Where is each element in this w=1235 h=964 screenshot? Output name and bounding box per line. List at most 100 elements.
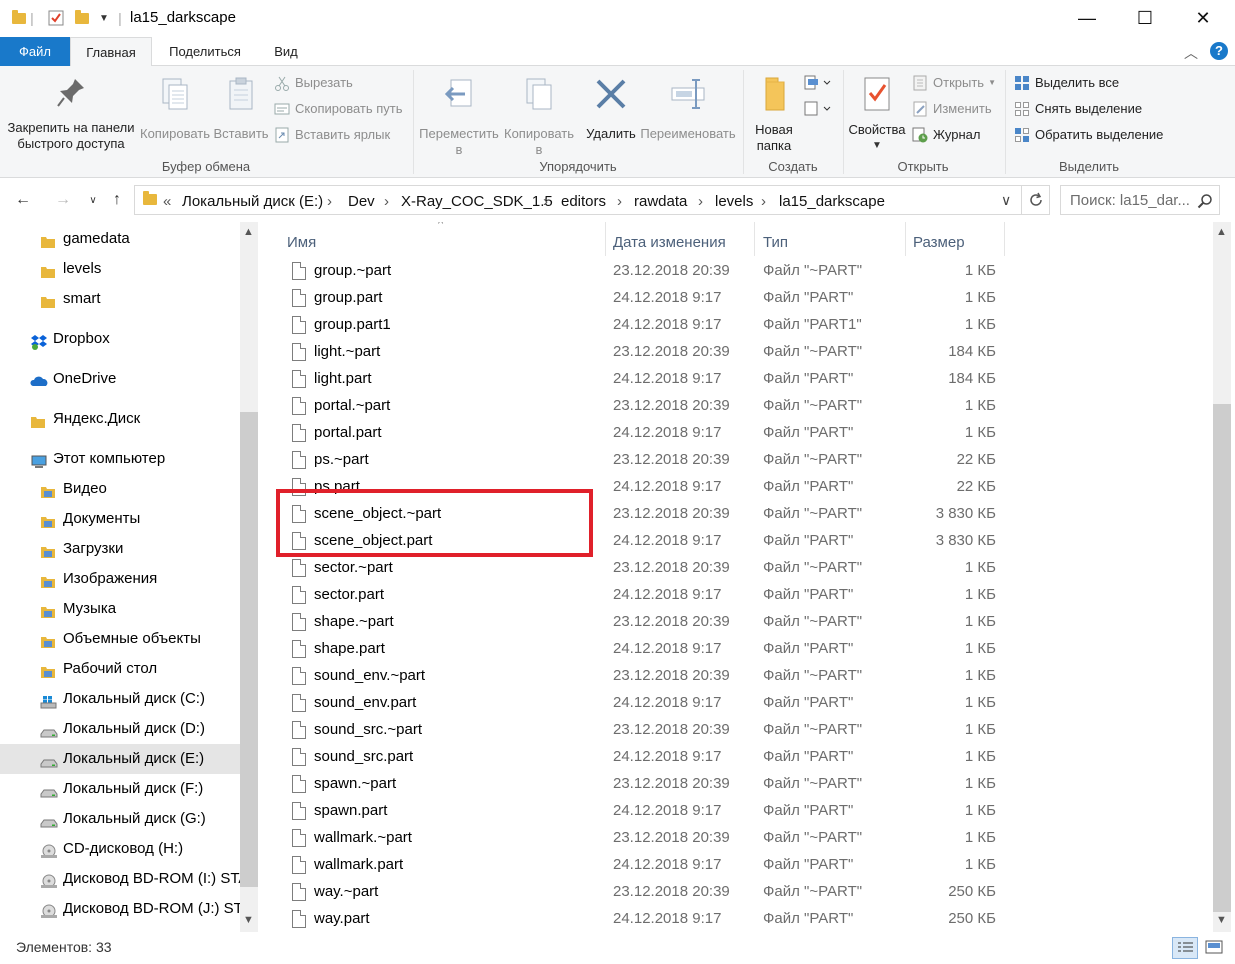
new-item-icon[interactable] xyxy=(804,74,834,92)
file-row[interactable]: sector.part 24.12.2018 9:17 Файл "PART" 1 К… xyxy=(272,582,1010,609)
sidebar-item[interactable]: Видео xyxy=(0,474,240,504)
column-divider[interactable] xyxy=(905,222,906,256)
sidebar-item[interactable]: Загрузки xyxy=(0,534,240,564)
column-divider[interactable] xyxy=(754,222,755,256)
forward-arrow-icon[interactable]: → xyxy=(50,188,76,212)
sidebar-item[interactable]: OneDrive xyxy=(0,364,240,394)
sidebar-item[interactable]: Изображения xyxy=(0,564,240,594)
column-header-type[interactable]: Тип xyxy=(763,230,788,256)
new-folder-button[interactable]: Новая папка xyxy=(748,76,800,154)
chevron-right-icon[interactable]: › xyxy=(617,193,622,210)
breadcrumb-drive-e[interactable]: Локальный диск (E:) xyxy=(182,193,323,210)
search-icon[interactable] xyxy=(1197,193,1213,209)
customize-quick-access-icon[interactable]: ▼ xyxy=(96,8,112,28)
details-view-icon[interactable] xyxy=(1172,937,1198,959)
scroll-down-icon[interactable]: ▼ xyxy=(243,914,254,926)
breadcrumb-rawdata[interactable]: rawdata xyxy=(634,193,687,210)
help-icon[interactable]: ? xyxy=(1210,42,1228,60)
chevron-right-icon[interactable]: › xyxy=(327,193,332,210)
file-row[interactable]: ps.~part 23.12.2018 20:39 Файл "~PART" 22 К… xyxy=(272,447,1010,474)
back-arrow-icon[interactable]: ← xyxy=(10,188,36,212)
sidebar-item[interactable]: gamedata xyxy=(0,224,240,254)
sidebar-item[interactable]: Локальный диск (D:) xyxy=(0,714,240,744)
move-to-button[interactable]: Переместить в xyxy=(418,76,500,158)
sidebar-item[interactable]: Яндекс.Диск xyxy=(0,404,240,434)
file-row[interactable]: light.~part 23.12.2018 20:39 Файл "~PART" 1… xyxy=(272,339,1010,366)
tab-file[interactable]: Файл xyxy=(0,37,70,66)
open-button[interactable]: Открыть ▼ xyxy=(912,72,996,94)
maximize-button[interactable]: ☐ xyxy=(1116,0,1174,36)
file-row[interactable]: light.part 24.12.2018 9:17 Файл "PART" 184 … xyxy=(272,366,1010,393)
file-row[interactable]: way.~part 23.12.2018 20:39 Файл "~PART" 250… xyxy=(272,879,1010,906)
breadcrumb-levels[interactable]: levels xyxy=(715,193,753,210)
scroll-up-icon[interactable]: ▲ xyxy=(243,226,254,238)
file-row[interactable]: shape.part 24.12.2018 9:17 Файл "PART" 1 КБ xyxy=(272,636,1010,663)
sidebar-item[interactable]: CD-дисковод (H:) xyxy=(0,834,240,864)
sidebar-item[interactable]: Этот компьютер xyxy=(0,444,240,474)
easy-access-icon[interactable] xyxy=(804,100,834,118)
sidebar-item[interactable]: Рабочий стол xyxy=(0,654,240,684)
large-icons-view-icon[interactable] xyxy=(1202,937,1228,959)
column-header-name[interactable]: Имя xyxy=(287,230,316,256)
copy-to-button[interactable]: Копировать в xyxy=(500,76,578,158)
file-row[interactable]: sound_src.~part 23.12.2018 20:39 Файл "~PA… xyxy=(272,717,1010,744)
sidebar-item[interactable]: smart xyxy=(0,284,240,314)
select-none-button[interactable]: Снять выделение xyxy=(1014,98,1142,120)
sidebar-item[interactable]: Dropbox xyxy=(0,324,240,354)
chevron-right-icon[interactable]: › xyxy=(761,193,766,210)
file-row[interactable]: way.part 24.12.2018 9:17 Файл "PART" 250 КБ xyxy=(272,906,1010,932)
breadcrumb-sdk[interactable]: X-Ray_COC_SDK_1.5 xyxy=(401,193,553,210)
search-box[interactable]: Поиск: la15_dar... xyxy=(1060,185,1220,215)
file-row[interactable]: group.part1 24.12.2018 9:17 Файл "PART1" 1 … xyxy=(272,312,1010,339)
file-row[interactable]: wallmark.~part 23.12.2018 20:39 Файл "~PAR… xyxy=(272,825,1010,852)
pin-quick-access-button[interactable]: Закрепить на панели быстрого доступа xyxy=(4,76,138,152)
scroll-down-icon[interactable]: ▼ xyxy=(1216,914,1227,926)
address-bar[interactable]: « Локальный диск (E:) › Dev › X-Ray_COC_… xyxy=(134,185,1022,215)
breadcrumb-dev[interactable]: Dev xyxy=(348,193,375,210)
column-divider[interactable] xyxy=(605,222,606,256)
sidebar-item[interactable]: Локальный диск (F:) xyxy=(0,774,240,804)
refresh-button[interactable] xyxy=(1022,185,1050,215)
nav-scrollbar-thumb[interactable] xyxy=(240,412,258,887)
file-row[interactable]: wallmark.part 24.12.2018 9:17 Файл "PART" 1… xyxy=(272,852,1010,879)
file-row[interactable]: group.~part 23.12.2018 20:39 Файл "~PART" 1… xyxy=(272,258,1010,285)
file-list-scrollbar-thumb[interactable] xyxy=(1213,404,1231,912)
nav-scrollbar[interactable]: ▲ ▼ xyxy=(240,222,258,932)
breadcrumb-overflow[interactable]: « xyxy=(163,193,171,210)
sidebar-item[interactable]: Музыка xyxy=(0,594,240,624)
file-row[interactable]: sound_src.part 24.12.2018 9:17 Файл "PART"… xyxy=(272,744,1010,771)
properties-quick-icon[interactable] xyxy=(46,8,66,28)
up-arrow-icon[interactable]: ↑ xyxy=(104,188,130,212)
edit-button[interactable]: Изменить xyxy=(912,98,992,120)
paste-button[interactable]: Вставить xyxy=(212,76,270,142)
file-row[interactable]: sector.~part 23.12.2018 20:39 Файл "~PART"… xyxy=(272,555,1010,582)
tab-home[interactable]: Главная xyxy=(70,37,152,67)
file-row[interactable]: sound_env.~part 23.12.2018 20:39 Файл "~PA… xyxy=(272,663,1010,690)
breadcrumb-editors[interactable]: editors xyxy=(561,193,606,210)
column-header-date[interactable]: Дата изменения xyxy=(613,230,726,256)
file-row[interactable]: spawn.part 24.12.2018 9:17 Файл "PART" 1 КБ xyxy=(272,798,1010,825)
copy-button[interactable]: Копировать xyxy=(138,76,212,142)
sidebar-item[interactable]: Документы xyxy=(0,504,240,534)
chevron-right-icon[interactable]: › xyxy=(698,193,703,210)
sidebar-item[interactable]: levels xyxy=(0,254,240,284)
sidebar-item[interactable]: Локальный диск (G:) xyxy=(0,804,240,834)
file-row[interactable]: group.part 24.12.2018 9:17 Файл "PART" 1 КБ xyxy=(272,285,1010,312)
select-all-button[interactable]: Выделить все xyxy=(1014,72,1119,94)
cut-button[interactable]: Вырезать xyxy=(274,72,353,94)
collapse-ribbon-icon[interactable]: ︿ xyxy=(1184,43,1198,63)
file-row[interactable]: portal.~part 23.12.2018 20:39 Файл "~PART"… xyxy=(272,393,1010,420)
sidebar-item[interactable]: Объемные объекты xyxy=(0,624,240,654)
sidebar-item[interactable]: Дисковод BD-ROM (I:) STA xyxy=(0,864,248,894)
invert-selection-button[interactable]: Обратить выделение xyxy=(1014,124,1163,146)
new-folder-quick-icon[interactable] xyxy=(72,8,92,28)
minimize-button[interactable]: — xyxy=(1058,0,1116,36)
close-button[interactable]: ✕ xyxy=(1174,0,1232,36)
file-row[interactable]: sound_env.part 24.12.2018 9:17 Файл "PART"… xyxy=(272,690,1010,717)
delete-button[interactable]: Удалить xyxy=(582,76,640,142)
copy-path-button[interactable]: Скопировать путь xyxy=(274,98,403,120)
column-divider[interactable] xyxy=(1004,222,1005,256)
properties-button[interactable]: Свойства ▼ xyxy=(846,76,908,154)
breadcrumb-current[interactable]: la15_darkscape xyxy=(779,193,885,210)
chevron-right-icon[interactable]: › xyxy=(384,193,389,210)
